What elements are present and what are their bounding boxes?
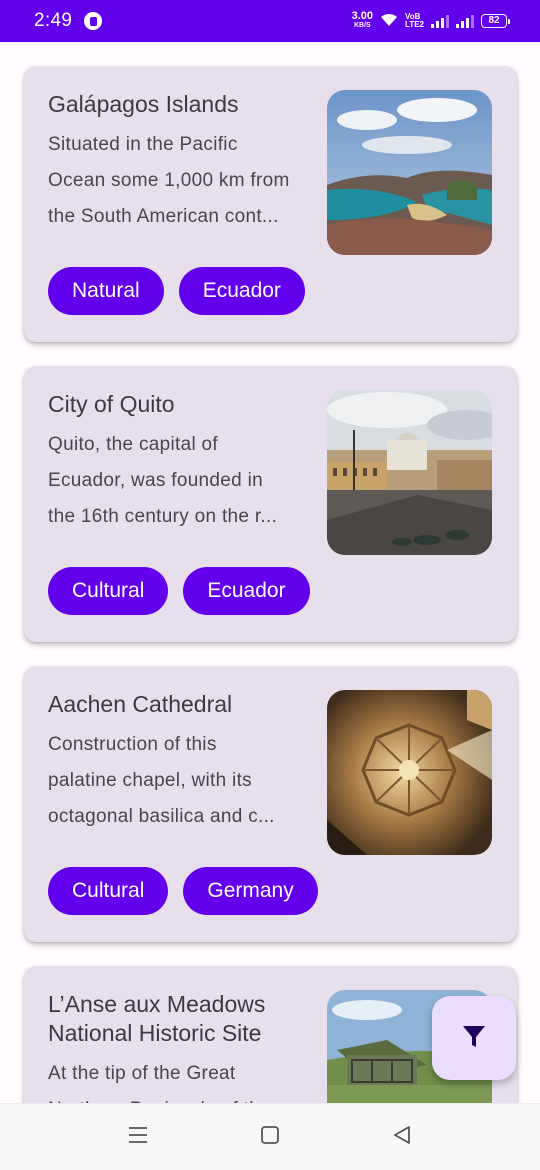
site-card[interactable]: City of Quito Quito, the capital of Ecua…: [24, 366, 517, 642]
signal-2-icon: [456, 14, 474, 28]
card-title: L’Anse aux Meadows National Historic Sit…: [48, 991, 266, 1046]
tag-list: Cultural Ecuador: [48, 567, 310, 615]
volte-indicator: VoB LTE2: [405, 12, 424, 29]
card-title: City of Quito: [48, 391, 175, 417]
back-button[interactable]: [382, 1117, 422, 1157]
tag-list: Cultural Germany: [48, 867, 318, 915]
system-nav-bar: [0, 1103, 540, 1170]
card-description: Quito, the capital of Ecuador, was found…: [48, 434, 278, 527]
home-button[interactable]: [250, 1117, 290, 1157]
app-notification-icon: [84, 12, 103, 30]
signal-1-icon: [431, 14, 449, 28]
wifi-icon: [380, 13, 398, 30]
tag-chip[interactable]: Ecuador: [178, 267, 305, 315]
card-thumbnail: [327, 690, 492, 855]
card-title: Galápagos Islands: [48, 91, 239, 117]
tag-chip[interactable]: Natural: [48, 267, 164, 315]
card-thumbnail: [327, 390, 492, 555]
tag-chip[interactable]: Germany: [183, 867, 318, 915]
card-description: Situated in the Pacific Ocean some 1,000…: [48, 134, 290, 227]
menu-icon: [128, 1126, 148, 1149]
network-speed: 3.00 KB/S: [351, 10, 374, 30]
site-card[interactable]: Galápagos Islands Situated in the Pacifi…: [24, 66, 517, 342]
recent-apps-button[interactable]: [118, 1117, 158, 1157]
battery-level: 82: [481, 14, 507, 28]
card-thumbnail: [327, 90, 492, 255]
card-title: Aachen Cathedral: [48, 691, 233, 717]
home-square-icon: [260, 1125, 280, 1150]
tag-list: Natural Ecuador: [48, 267, 305, 315]
site-card[interactable]: Aachen Cathedral Construction of this pa…: [24, 666, 517, 942]
filter-icon: [462, 1024, 486, 1053]
back-triangle-icon: [392, 1125, 412, 1150]
tag-chip[interactable]: Ecuador: [183, 567, 310, 615]
battery-icon: 82: [481, 14, 510, 28]
tag-chip[interactable]: Cultural: [48, 567, 169, 615]
card-description: Construction of this palatine chapel, wi…: [48, 734, 275, 827]
filter-fab[interactable]: [432, 996, 516, 1080]
status-time: 2:49: [34, 10, 73, 31]
tag-chip[interactable]: Cultural: [48, 867, 169, 915]
status-bar: 2:49 3.00 KB/S VoB LTE2 82: [0, 0, 540, 42]
